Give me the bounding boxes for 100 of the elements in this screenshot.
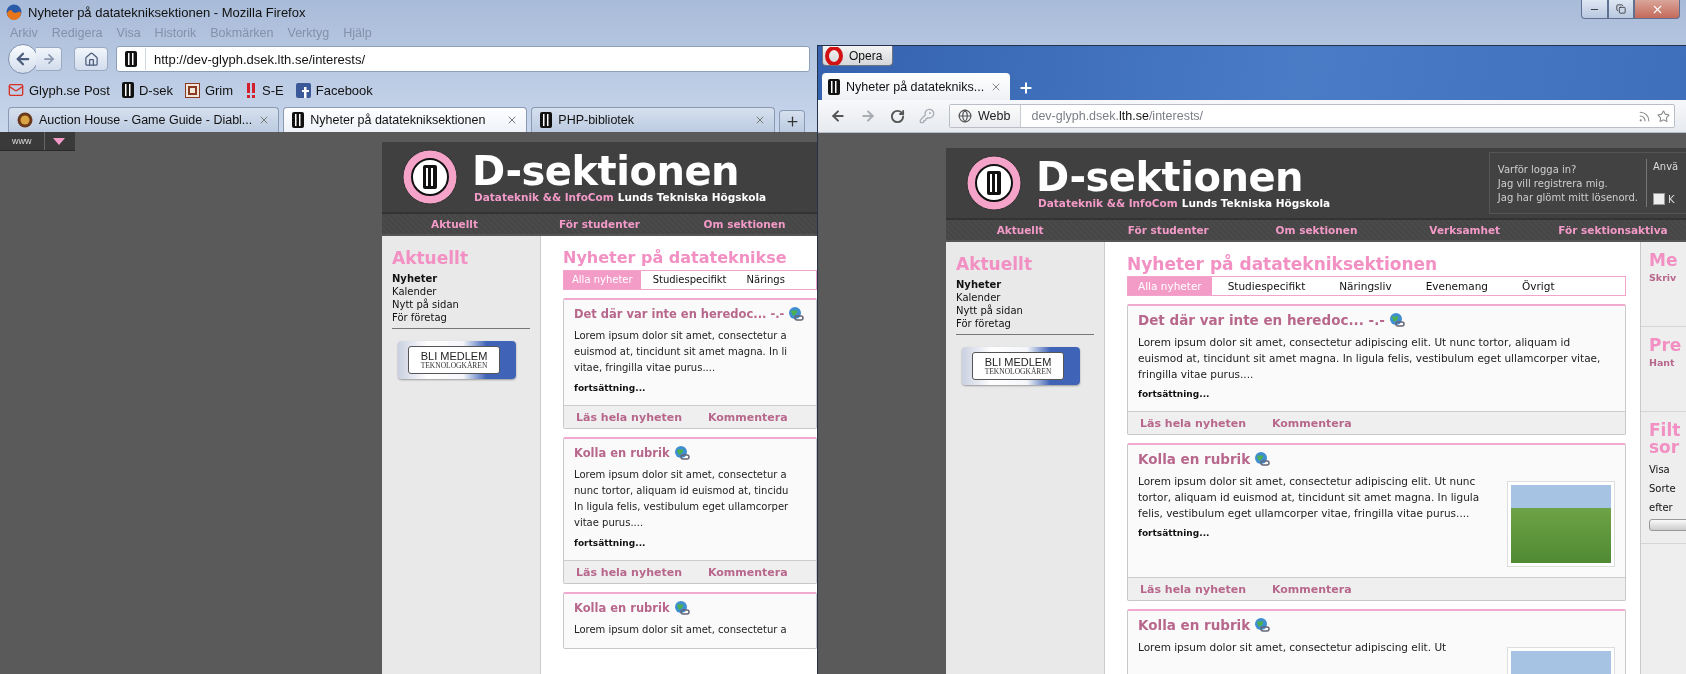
close-button[interactable] bbox=[1634, 0, 1680, 19]
filter-tab[interactable]: Övrigt bbox=[1512, 277, 1565, 295]
nav-link[interactable]: För sektionsaktiva bbox=[1538, 220, 1686, 240]
filter-tab[interactable]: Närings bbox=[738, 271, 793, 289]
forward-button[interactable] bbox=[36, 47, 62, 71]
read-more-link[interactable]: fortsättning... bbox=[1138, 528, 1210, 538]
reload-icon bbox=[890, 108, 905, 124]
address-field[interactable]: Webb dev-glyph.dsek.lth.se/interests/ bbox=[949, 104, 1675, 128]
filter-tab[interactable]: Studiespecifikt bbox=[644, 271, 735, 289]
checkbox-label: K bbox=[1668, 193, 1675, 205]
home-button[interactable] bbox=[74, 47, 108, 71]
filter-tab[interactable]: Evenemang bbox=[1415, 277, 1499, 295]
read-more-link[interactable]: fortsättning... bbox=[574, 538, 646, 548]
sidebar-link[interactable]: Nyheter bbox=[956, 278, 1094, 291]
sidebar-link[interactable]: Nyheter bbox=[392, 272, 530, 285]
news-text-line: Lorem ipsum dolor sit amet, consectetur a bbox=[574, 468, 788, 482]
nav-link[interactable]: Aktuellt bbox=[382, 214, 527, 234]
exclamation-marks-icon bbox=[245, 82, 258, 98]
page-heading: Nyheter på datatekniksektionen bbox=[1127, 254, 1439, 274]
login-link[interactable]: Varför logga in? bbox=[1497, 163, 1638, 175]
back-icon bbox=[14, 50, 32, 68]
pillar-logo-icon bbox=[828, 78, 840, 95]
login-link[interactable]: Jag har glömt mitt lösenord. bbox=[1497, 191, 1638, 203]
sidebar-link[interactable]: Nytt på sidan bbox=[392, 298, 530, 311]
nav-link[interactable]: Aktuellt bbox=[946, 220, 1095, 240]
feed-icon[interactable] bbox=[1638, 109, 1651, 123]
new-tab-button[interactable] bbox=[779, 110, 806, 132]
read-more-link[interactable]: fortsättning... bbox=[574, 383, 646, 393]
address-field[interactable]: http://dev-glyph.dsek.lth.se/interests/ bbox=[116, 46, 810, 72]
news-text: Lorem ipsum dolor sit amet, consectetur adipiscing elit. Ut bbox=[1138, 640, 1448, 655]
pillar-logo-icon bbox=[540, 112, 553, 128]
back-button[interactable] bbox=[8, 44, 38, 74]
section-heading: Filt bbox=[1649, 422, 1682, 439]
filter-tab[interactable]: Studiespecifikt bbox=[1217, 277, 1316, 295]
round-emblem-icon bbox=[17, 112, 33, 128]
section-heading: Me bbox=[1649, 252, 1679, 269]
addon-button[interactable]: www bbox=[0, 132, 45, 150]
form-button[interactable] bbox=[1649, 519, 1686, 531]
forward-icon bbox=[41, 52, 56, 66]
news-text-line: nunc tortor, aliquam id euismod at, tincidu bbox=[574, 484, 790, 498]
star-icon[interactable] bbox=[1657, 109, 1670, 123]
form-label: Sorte bbox=[1649, 483, 1677, 494]
news-title[interactable]: Det där var inte en heredoc... -.- bbox=[1138, 312, 1385, 328]
news-title[interactable]: Det där var inte en heredoc... -.- bbox=[574, 307, 785, 321]
news-text-line: In ligula felis, vestibulum eget ullamcorper bbox=[574, 500, 790, 514]
nav-link[interactable]: Verksamhet bbox=[1390, 220, 1539, 240]
browser-logo-icon bbox=[825, 46, 843, 65]
nav-link[interactable]: Om sektionen bbox=[1242, 220, 1391, 240]
school-name: Lunds Tekniska Högskola bbox=[1181, 197, 1331, 209]
bookmark-link[interactable]: Grim bbox=[184, 82, 234, 98]
reload-button[interactable] bbox=[890, 108, 905, 124]
framed-square-icon bbox=[184, 82, 200, 98]
sidebar-link[interactable]: Kalender bbox=[956, 291, 1094, 304]
sidebar-link[interactable]: Kalender bbox=[392, 285, 530, 298]
bookmark-link[interactable]: D-sek bbox=[121, 82, 173, 98]
sidebar-link[interactable]: Nytt på sidan bbox=[956, 304, 1094, 317]
news-text: Lorem ipsum dolor sit amet, consectetur adipiscing elit. Ut nunc tortor, aliquam id euismod at, tincidunt sit amet magna. In ligula felis, vestibulum eget ullamcorper vitae, fringilla vitae purus.... bbox=[1138, 474, 1481, 521]
pillar-logo-icon bbox=[121, 82, 134, 98]
globe-link-icon bbox=[1254, 617, 1271, 633]
sidebar-link[interactable]: För företag bbox=[392, 311, 530, 324]
browser-menu-button[interactable]: Opera bbox=[822, 46, 894, 66]
news-title[interactable]: Kolla en rubrik bbox=[1138, 451, 1251, 467]
back-button[interactable] bbox=[830, 108, 846, 124]
forward-icon bbox=[860, 108, 876, 124]
plus-icon bbox=[784, 114, 800, 129]
browser-tab[interactable]: Nyheter på datatekniks... bbox=[822, 73, 1011, 100]
read-more-link[interactable]: fortsättning... bbox=[1138, 389, 1210, 399]
forward-button[interactable] bbox=[860, 108, 876, 124]
browser-tab[interactable]: Nyheter på datatekniksektionen bbox=[283, 107, 528, 132]
restore-icon bbox=[1616, 4, 1626, 14]
home-icon bbox=[83, 51, 99, 67]
news-title[interactable]: Kolla en rubrik bbox=[574, 446, 670, 460]
restore-button[interactable] bbox=[1608, 0, 1634, 19]
section-heading: Pre bbox=[1649, 337, 1683, 354]
nav-link[interactable]: Om sektionen bbox=[672, 214, 817, 234]
sidebar-link[interactable]: För företag bbox=[956, 317, 1094, 330]
bookmark-link[interactable]: Glyph.se Post bbox=[8, 82, 110, 98]
globe-icon bbox=[958, 109, 972, 123]
nav-link[interactable]: För studenter bbox=[1094, 220, 1243, 240]
browser-tab[interactable]: Auction House - Game Guide - Diabl... bbox=[8, 107, 280, 132]
remember-checkbox[interactable] bbox=[1653, 193, 1665, 205]
mail-icon bbox=[8, 82, 24, 98]
nav-link[interactable]: För studenter bbox=[527, 214, 672, 234]
form-label: efter bbox=[1649, 502, 1674, 513]
news-title[interactable]: Kolla en rubrik bbox=[1138, 617, 1251, 633]
filter-tab[interactable]: Näringsliv bbox=[1329, 277, 1402, 295]
bookmark-link[interactable]: S-E bbox=[245, 82, 284, 98]
browser-tab[interactable]: PHP-bibliotek bbox=[531, 107, 776, 132]
dropdown-triangle-icon[interactable] bbox=[52, 137, 65, 145]
sidebar-heading: Aktuellt bbox=[392, 248, 469, 268]
news-title[interactable]: Kolla en rubrik bbox=[574, 601, 670, 615]
bookmark-link[interactable]: Facebook bbox=[295, 82, 373, 98]
globe-link-icon bbox=[1254, 451, 1271, 467]
social-square-icon bbox=[295, 82, 311, 98]
key-button[interactable] bbox=[919, 108, 935, 124]
minimize-button[interactable] bbox=[1581, 0, 1608, 19]
globe-link-icon bbox=[673, 445, 690, 461]
site-subtitle: Datateknik && InfoCom bbox=[1038, 197, 1178, 209]
login-link[interactable]: Jag vill registrera mig. bbox=[1497, 177, 1638, 189]
pillar-logo-icon bbox=[125, 51, 137, 67]
